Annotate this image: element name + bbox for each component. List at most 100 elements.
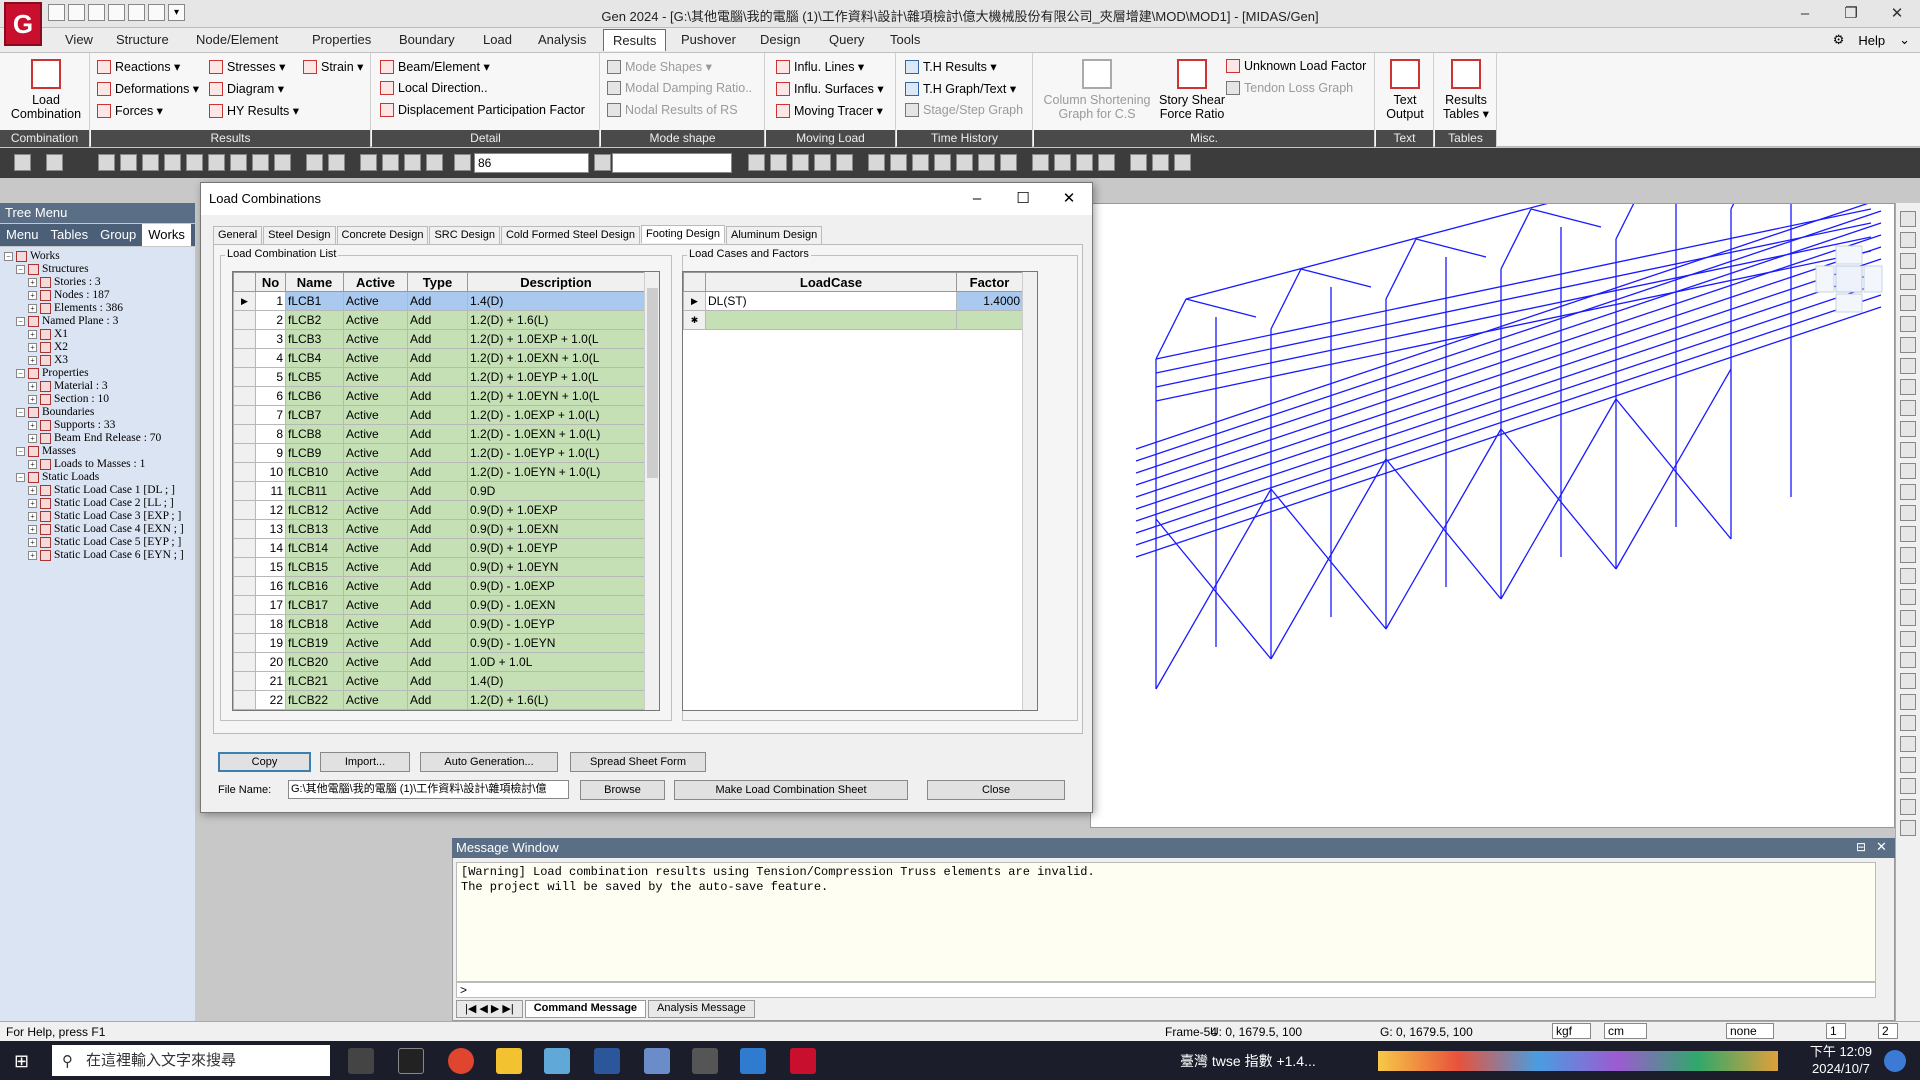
tree-node[interactable]: − Boundaries <box>16 406 94 418</box>
scrollbar-thumb[interactable] <box>647 288 658 478</box>
type-cell[interactable]: Add <box>407 405 468 425</box>
tree-node[interactable]: + Static Load Case 6 [EYN ; ] <box>28 549 184 561</box>
front-view-icon[interactable] <box>868 154 885 171</box>
view-tool-icon[interactable] <box>1900 568 1916 584</box>
row-header[interactable] <box>233 443 256 463</box>
loadcase-cell[interactable]: DL(ST) <box>705 291 957 311</box>
word-icon[interactable] <box>594 1048 620 1074</box>
tree-node[interactable]: − Works <box>4 250 60 262</box>
tree-node[interactable]: + X1 <box>28 328 68 340</box>
tree-node[interactable]: + Section : 10 <box>28 393 109 405</box>
name-cell[interactable]: fLCB20 <box>285 652 344 672</box>
collapse-icon[interactable]: − <box>16 368 25 378</box>
view-tool-icon[interactable] <box>1900 589 1916 605</box>
view-tool-icon[interactable] <box>1900 442 1916 458</box>
type-cell[interactable]: Add <box>407 462 468 482</box>
description-cell[interactable]: 1.4(D) <box>467 671 645 691</box>
view-tool-icon[interactable] <box>1900 421 1916 437</box>
tab-node-element[interactable]: Node/Element <box>190 31 284 48</box>
tree-node[interactable]: − Properties <box>16 367 89 379</box>
dialog-close-icon[interactable]: ✕ <box>1046 183 1092 215</box>
deformations-button[interactable]: Deformations ▾ <box>97 81 199 96</box>
row-header[interactable] <box>233 367 256 387</box>
tab-design[interactable]: Design <box>754 31 806 48</box>
row-indicator-icon[interactable]: ▶ <box>233 291 256 311</box>
no-cell[interactable]: 14 <box>255 538 286 558</box>
row-header[interactable] <box>233 519 256 539</box>
load-combination-table[interactable]: No Name Active Type Description ▶ 1 fLCB1 A… <box>232 271 660 711</box>
col-type[interactable]: Type <box>407 272 468 292</box>
active-cell[interactable]: Active <box>343 405 408 425</box>
no-cell[interactable]: 6 <box>255 386 286 406</box>
name-cell[interactable]: fLCB8 <box>285 424 344 444</box>
file-name-input[interactable]: G:\其他電腦\我的電腦 (1)\工作資料\設計\雜項檢討\億 <box>288 780 569 799</box>
tree-node[interactable]: − Named Plane : 3 <box>16 315 118 327</box>
description-cell[interactable]: 1.2(D) + 1.0EYP + 1.0(L <box>467 367 645 387</box>
force-unit-select[interactable]: kgf <box>1552 1023 1592 1039</box>
row-header[interactable] <box>233 481 256 501</box>
active-cell[interactable]: Active <box>343 386 408 406</box>
row-header[interactable] <box>233 595 256 615</box>
tree-node[interactable]: + Static Load Case 2 [LL ; ] <box>28 497 174 509</box>
description-cell[interactable]: 0.9(D) - 1.0EXP <box>467 576 645 596</box>
factor-cell[interactable] <box>956 310 1023 330</box>
diagram-button[interactable]: Diagram ▾ <box>209 81 284 96</box>
description-cell[interactable]: 0.9D <box>467 481 645 501</box>
select-plane-icon[interactable] <box>186 154 203 171</box>
tree-node[interactable]: + Static Load Case 5 [EYP ; ] <box>28 536 181 548</box>
view-tool-icon[interactable] <box>1900 316 1916 332</box>
display-mode-select[interactable]: none <box>1726 1023 1774 1039</box>
active-cell[interactable]: Active <box>343 538 408 558</box>
tree-node[interactable]: + X2 <box>28 341 68 353</box>
text-output-button[interactable]: Text Output <box>1382 59 1428 121</box>
view-tool-icon[interactable] <box>1900 274 1916 290</box>
message-close-icon[interactable]: ✕ <box>1876 839 1887 855</box>
no-cell[interactable]: 17 <box>255 595 286 615</box>
table-row[interactable]: 14 fLCB14 Active Add 0.9(D) + 1.0EYP <box>233 538 645 558</box>
no-cell[interactable]: 5 <box>255 367 286 387</box>
row-header[interactable] <box>233 462 256 482</box>
description-cell[interactable]: 1.2(D) + 1.0EXP + 1.0(L <box>467 329 645 349</box>
tree-node[interactable]: + Static Load Case 3 [EXP ; ] <box>28 510 181 522</box>
active-cell[interactable]: Active <box>343 652 408 672</box>
zoom-fit-icon[interactable] <box>748 154 765 171</box>
type-cell[interactable]: Add <box>407 557 468 577</box>
moving-tracer-button[interactable]: Moving Tracer ▾ <box>776 103 883 118</box>
message-nav-icon[interactable]: |◀ ◀ ▶ ▶| <box>456 1000 523 1018</box>
expand-icon[interactable]: + <box>28 550 37 560</box>
name-cell[interactable]: fLCB15 <box>285 557 344 577</box>
active-cell[interactable]: Active <box>343 633 408 653</box>
expand-icon[interactable]: + <box>28 329 37 339</box>
table-row[interactable]: ▶ DL(ST) 1.4000 <box>683 291 1023 311</box>
active-cell[interactable]: Active <box>343 595 408 615</box>
expand-icon[interactable]: + <box>28 381 37 391</box>
row-header[interactable] <box>233 310 256 330</box>
no-cell[interactable]: 15 <box>255 557 286 577</box>
help-button[interactable]: Help <box>1858 33 1885 48</box>
description-cell[interactable]: 0.9(D) + 1.0EYN <box>467 557 645 577</box>
no-cell[interactable]: 2 <box>255 310 286 330</box>
name-cell[interactable]: fLCB4 <box>285 348 344 368</box>
description-cell[interactable]: 1.0D + 1.0L <box>467 652 645 672</box>
tree-node[interactable]: + Loads to Masses : 1 <box>28 458 145 470</box>
active-cell[interactable]: Active <box>343 348 408 368</box>
no-cell[interactable]: 7 <box>255 405 286 425</box>
app-icon[interactable] <box>544 1048 570 1074</box>
name-cell[interactable]: fLCB16 <box>285 576 344 596</box>
view-tool-icon[interactable] <box>1900 820 1916 836</box>
table-row[interactable]: 18 fLCB18 Active Add 0.9(D) - 1.0EYP <box>233 614 645 634</box>
view-tool-icon[interactable] <box>1900 253 1916 269</box>
no-cell[interactable]: 3 <box>255 329 286 349</box>
load-combination-button[interactable]: Load Combination <box>6 59 86 121</box>
expand-icon[interactable]: + <box>28 342 37 352</box>
spread-sheet-form-button[interactable]: Spread Sheet Form <box>570 752 706 772</box>
row-header[interactable] <box>233 329 256 349</box>
snap-icon[interactable] <box>426 154 443 171</box>
stage-step-graph-button[interactable]: Stage/Step Graph <box>905 103 1023 117</box>
make-load-combination-sheet-button[interactable]: Make Load Combination Sheet <box>674 780 908 800</box>
type-cell[interactable]: Add <box>407 633 468 653</box>
table-row-new[interactable]: ✱ <box>683 310 1023 330</box>
description-cell[interactable]: 1.2(D) + 1.0EYN + 1.0(L <box>467 386 645 406</box>
tree-node[interactable]: − Structures <box>16 263 89 275</box>
no-cell[interactable]: 18 <box>255 614 286 634</box>
